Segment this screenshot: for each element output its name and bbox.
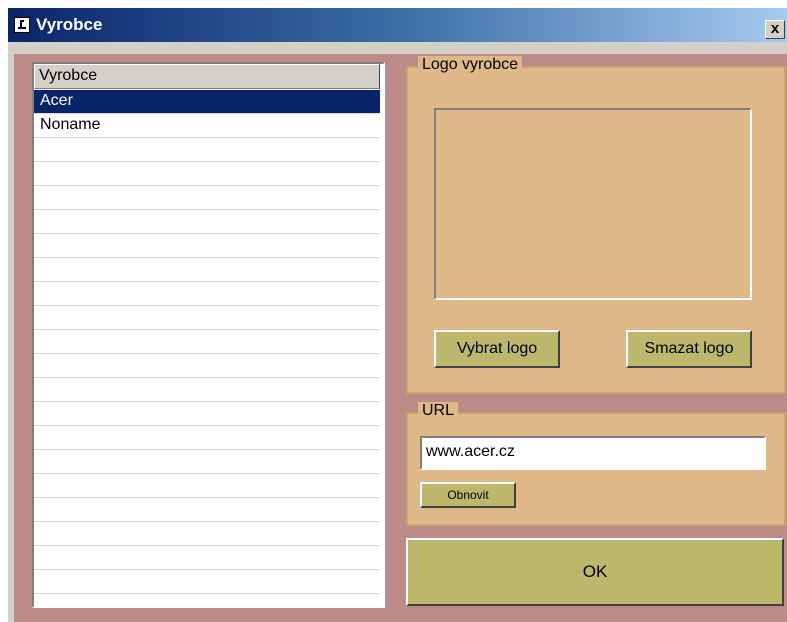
- list-item[interactable]: [34, 378, 380, 402]
- close-button[interactable]: x: [765, 20, 785, 39]
- list-item[interactable]: Noname: [34, 114, 380, 138]
- list-item[interactable]: [34, 282, 380, 306]
- title-bar[interactable]: Vyrobce x: [8, 8, 787, 42]
- list-item[interactable]: [34, 354, 380, 378]
- manufacturer-list[interactable]: Vyrobce Acer Noname: [32, 62, 385, 608]
- select-logo-button[interactable]: Vybrat logo: [434, 330, 560, 368]
- list-column-header[interactable]: Vyrobce: [34, 64, 380, 89]
- list-item[interactable]: [34, 306, 380, 330]
- list-item[interactable]: [34, 594, 380, 606]
- list-item[interactable]: [34, 474, 380, 498]
- delete-logo-button[interactable]: Smazat logo: [626, 330, 752, 368]
- list-item[interactable]: [34, 402, 380, 426]
- list-item[interactable]: [34, 522, 380, 546]
- list-item[interactable]: Acer: [34, 90, 380, 114]
- logo-groupbox: Logo vyrobce Vybrat logo Smazat logo: [406, 56, 786, 394]
- url-groupbox: URL www.acer.cz Obnovit: [406, 402, 786, 526]
- list-item[interactable]: [34, 426, 380, 450]
- list-item[interactable]: [34, 186, 380, 210]
- list-item[interactable]: [34, 258, 380, 282]
- list-item[interactable]: [34, 234, 380, 258]
- list-item[interactable]: [34, 570, 380, 594]
- url-input[interactable]: www.acer.cz: [420, 436, 766, 470]
- list-rows: Acer Noname: [34, 90, 380, 606]
- list-item[interactable]: [34, 498, 380, 522]
- logo-group-legend: Logo vyrobce: [418, 56, 523, 74]
- ok-button[interactable]: OK: [406, 538, 784, 606]
- list-item[interactable]: [34, 330, 380, 354]
- dialog-client-area: Vyrobce Acer Noname Logo vyrobce Vybrat l…: [14, 54, 787, 622]
- list-item[interactable]: [34, 138, 380, 162]
- window-title: Vyrobce: [36, 15, 103, 34]
- app-icon: [14, 17, 30, 33]
- list-item[interactable]: [34, 210, 380, 234]
- url-group-legend: URL: [418, 402, 459, 420]
- list-item[interactable]: [34, 162, 380, 186]
- list-item[interactable]: [34, 546, 380, 570]
- list-item[interactable]: [34, 450, 380, 474]
- logo-preview: [434, 108, 752, 300]
- dialog-window: Vyrobce x Vyrobce Acer Noname Logo vyrobc…: [8, 8, 787, 622]
- refresh-button[interactable]: Obnovit: [420, 482, 516, 508]
